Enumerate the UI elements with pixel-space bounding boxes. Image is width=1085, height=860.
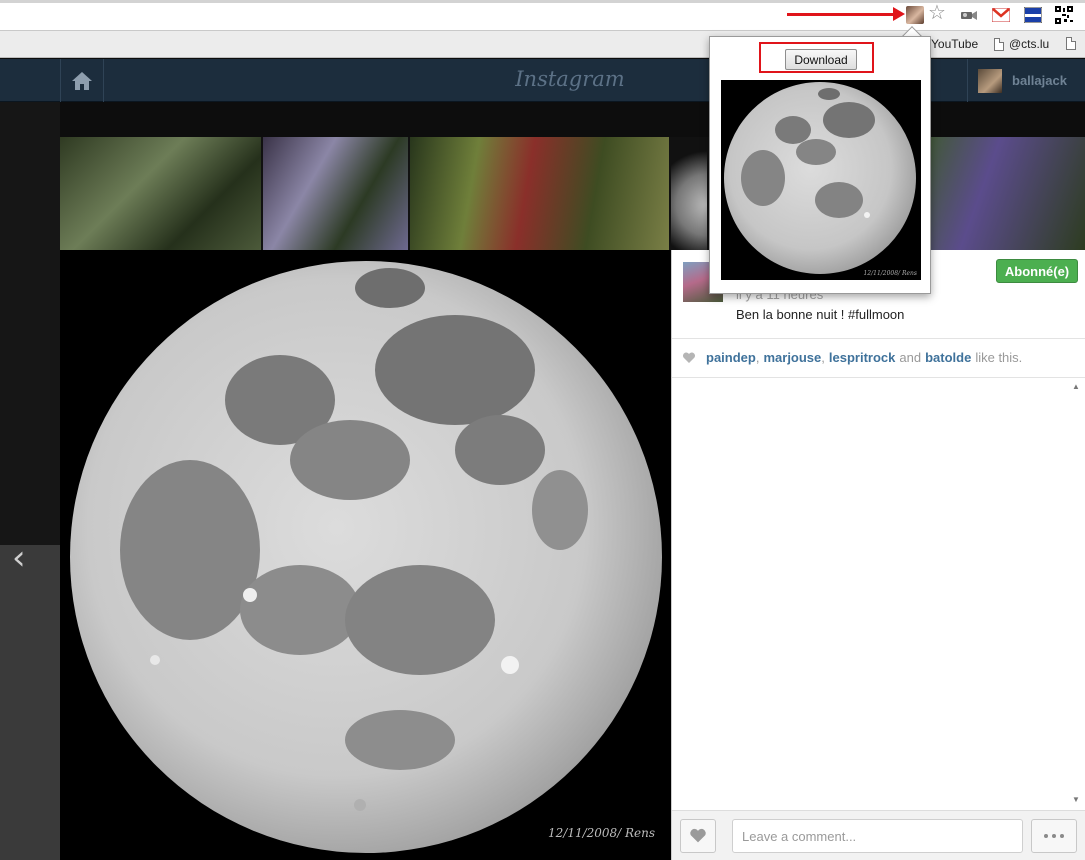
and-word: and	[899, 350, 922, 365]
comma: ,	[755, 350, 760, 365]
likes-suffix: like this.	[975, 350, 1023, 365]
thumbnail	[263, 137, 410, 250]
qr-code-icon[interactable]	[1055, 6, 1073, 24]
heart-icon	[690, 828, 706, 843]
bookmark-label: YouTube	[931, 37, 979, 51]
scroll-up-icon[interactable]: ▲	[1072, 382, 1080, 391]
page-icon	[1066, 37, 1076, 50]
dot-icon	[1044, 834, 1048, 838]
follow-button[interactable]: Abonné(e)	[996, 259, 1078, 283]
bookmark-youtube[interactable]: YouTube	[931, 37, 978, 51]
comment-input[interactable]	[732, 819, 1023, 853]
annotation-arrow	[787, 13, 897, 16]
bookmark-cts[interactable]: @cts.lu	[994, 37, 1049, 51]
instagram-downloader-extension-icon[interactable]	[906, 6, 924, 24]
comment-bar	[672, 810, 1085, 860]
liker-link[interactable]: paindep	[706, 350, 756, 365]
browser-toolbar: ☆	[0, 0, 1085, 31]
liker-link[interactable]: lespritrock	[829, 350, 895, 365]
download-popup: Download 12/11/2008/ Rens	[709, 36, 931, 294]
scroll-down-icon[interactable]: ▼	[1072, 795, 1080, 804]
avatar	[978, 68, 1002, 93]
instagram-logo[interactable]: Instagram	[500, 67, 640, 91]
gmail-icon[interactable]	[992, 6, 1010, 24]
popup-image-preview: 12/11/2008/ Rens	[721, 80, 921, 280]
flag-icon[interactable]	[1024, 6, 1042, 24]
user-menu[interactable]: ballajack	[967, 59, 1085, 102]
liker-link[interactable]: batolde	[925, 350, 971, 365]
dot-icon	[1060, 834, 1064, 838]
toolbar-border	[0, 0, 1085, 3]
previous-arrow-icon[interactable]: ‹	[12, 538, 26, 578]
home-icon	[72, 71, 92, 90]
bookmark-page[interactable]	[1066, 37, 1076, 50]
bookmark-label: @cts.lu	[1009, 37, 1050, 51]
page-icon	[994, 37, 1004, 51]
divider	[672, 338, 1085, 339]
heart-icon	[682, 351, 696, 363]
username: ballajack	[1012, 73, 1067, 88]
likes-row: paindep, marjouse, lespritrock and batol…	[682, 350, 1022, 365]
camera-icon[interactable]	[960, 6, 978, 24]
divider	[672, 377, 1085, 378]
home-button[interactable]	[60, 59, 104, 102]
thumbnail	[410, 137, 671, 250]
download-button[interactable]: Download	[785, 49, 857, 70]
liker-link[interactable]: marjouse	[763, 350, 821, 365]
more-options-button[interactable]	[1031, 819, 1077, 853]
comma: ,	[821, 350, 825, 365]
post-side-panel: il y a 11 heures Ben la bonne nuit ! #fu…	[671, 250, 1085, 860]
bookmark-star-icon[interactable]: ☆	[928, 2, 946, 24]
moon-thumbnail	[721, 80, 921, 280]
post-caption: Ben la bonne nuit ! #fullmoon	[736, 307, 905, 322]
annotation-arrow-head	[893, 7, 905, 21]
background-photo-strip	[60, 137, 1085, 250]
post-photo[interactable]: 12/11/2008/ Rens	[60, 250, 671, 860]
moon-image	[60, 250, 671, 860]
photo-signature: 12/11/2008/ Rens	[548, 826, 656, 840]
thumbnail	[671, 137, 709, 250]
previous-area	[0, 545, 60, 860]
like-button[interactable]	[680, 819, 716, 853]
image-signature: 12/11/2008/ Rens	[863, 270, 917, 277]
thumbnail	[60, 137, 263, 250]
dot-icon	[1052, 834, 1056, 838]
comments-scrollbar[interactable]: ▲ ▼	[1070, 378, 1083, 808]
